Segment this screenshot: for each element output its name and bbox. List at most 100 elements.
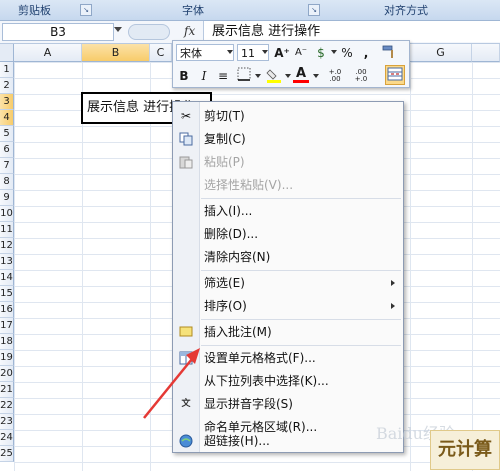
column-header-a[interactable]: A [14, 44, 82, 62]
ribbon-group-font: 字体 [182, 4, 204, 17]
row-header-7[interactable]: 7 [0, 158, 14, 174]
name-box[interactable]: B3 [2, 23, 114, 41]
align-center-button[interactable]: ≡ [215, 67, 231, 85]
merge-icon[interactable] [385, 65, 405, 85]
menu-item-label: 剪切(T) [204, 109, 245, 123]
font-name-select[interactable]: 宋体 [176, 44, 234, 61]
scissors-icon: ✂ [180, 109, 192, 123]
paste-icon [179, 155, 193, 169]
currency-button[interactable]: $ [313, 44, 329, 62]
row-header-22[interactable]: 22 [0, 398, 14, 414]
row-header-5[interactable]: 5 [0, 126, 14, 142]
grid-line [410, 62, 411, 471]
decrease-decimal-button[interactable]: .00 +.0 [349, 69, 373, 87]
borders-icon[interactable] [235, 67, 253, 85]
row-header-23[interactable]: 23 [0, 414, 14, 430]
column-header-next[interactable] [472, 44, 500, 62]
menu-item-label: 选择性粘贴(V)... [204, 178, 294, 192]
menu-item-paste[interactable]: 粘贴(P) [173, 151, 403, 173]
menu-item-hyperlink[interactable]: 超链接(H)... [173, 430, 403, 452]
row-header-6[interactable]: 6 [0, 142, 14, 158]
select-all-corner[interactable] [0, 44, 14, 62]
row-header-8[interactable]: 8 [0, 174, 14, 190]
menu-item-label: 复制(C) [204, 132, 246, 146]
font-color-dropdown-icon[interactable] [313, 74, 319, 78]
menu-separator [201, 198, 401, 199]
currency-dropdown-icon[interactable] [331, 50, 337, 54]
row-header-14[interactable]: 14 [0, 270, 14, 286]
row-header-19[interactable]: 19 [0, 350, 14, 366]
menu-item-pick-from-list[interactable]: 从下拉列表中选择(K)... [173, 370, 403, 392]
format-cells-icon [179, 351, 193, 365]
menu-item-sort[interactable]: 排序(O) [173, 295, 403, 317]
formula-bar-splitter[interactable] [128, 24, 170, 40]
ribbon-group-alignment: 对齐方式 [384, 4, 428, 17]
phonetic-icon: 文 [181, 399, 191, 409]
italic-button[interactable]: I [197, 67, 211, 85]
row-header-25[interactable]: 25 [0, 446, 14, 462]
fill-color-icon[interactable] [265, 67, 283, 85]
row-header-10[interactable]: 10 [0, 206, 14, 222]
row-header-9[interactable]: 9 [0, 190, 14, 206]
row-header-1[interactable]: 1 [0, 62, 14, 78]
menu-item-cut[interactable]: ✂ 剪切(T) [173, 105, 403, 127]
menu-item-clear-contents[interactable]: 清除内容(N) [173, 246, 403, 268]
menu-separator [201, 270, 401, 271]
column-header-c[interactable]: C [150, 44, 172, 62]
ribbon-group-clipboard: 剪贴板 [18, 4, 51, 17]
clipboard-launcher-icon[interactable]: ↘ [80, 4, 92, 16]
menu-separator [201, 319, 401, 320]
borders-dropdown-icon[interactable] [255, 74, 261, 78]
ribbon-group-bar: 剪贴板 ↘ 字体 ↘ 对齐方式 [0, 0, 500, 21]
font-color-button[interactable]: A [293, 65, 309, 83]
bold-button[interactable]: B [177, 67, 191, 85]
formula-input[interactable]: 展示信息 进行操作 [203, 21, 500, 42]
percent-button[interactable]: % [339, 44, 355, 62]
row-header-13[interactable]: 13 [0, 254, 14, 270]
font-name-dropdown-icon[interactable] [227, 50, 233, 54]
menu-item-label: 从下拉列表中选择(K)... [204, 374, 329, 388]
increase-decimal-button[interactable]: +.0 .00 [323, 69, 347, 87]
menu-item-show-phonetic[interactable]: 文 显示拼音字段(S) [173, 393, 403, 415]
menu-item-copy[interactable]: 复制(C) [173, 128, 403, 150]
row-header-18[interactable]: 18 [0, 334, 14, 350]
menu-item-delete[interactable]: 删除(D)... [173, 223, 403, 245]
column-header-b[interactable]: B [82, 44, 150, 62]
menu-item-insert[interactable]: 插入(I)... [173, 200, 403, 222]
menu-item-label: 插入(I)... [204, 204, 253, 218]
menu-item-label: 显示拼音字段(S) [204, 397, 293, 411]
comma-style-button[interactable]: , [359, 44, 373, 62]
row-header-21[interactable]: 21 [0, 382, 14, 398]
font-launcher-icon[interactable]: ↘ [308, 4, 320, 16]
row-header-17[interactable]: 17 [0, 318, 14, 334]
row-header-24[interactable]: 24 [0, 430, 14, 446]
row-header-11[interactable]: 11 [0, 222, 14, 238]
menu-item-paste-special[interactable]: 选择性粘贴(V)... [173, 174, 403, 196]
row-header-12[interactable]: 12 [0, 238, 14, 254]
name-box-dropdown-icon[interactable] [114, 27, 122, 32]
format-painter-icon[interactable] [379, 44, 399, 62]
row-header-3[interactable]: 3 [0, 94, 14, 110]
context-menu: ✂ 剪切(T) 复制(C) 粘贴(P) 选择性粘贴(V)... 插入(I)...… [172, 101, 404, 453]
menu-item-insert-comment[interactable]: 插入批注(M) [173, 321, 403, 343]
row-header-16[interactable]: 16 [0, 302, 14, 318]
font-size-dropdown-icon[interactable] [262, 50, 268, 54]
menu-item-label: 插入批注(M) [204, 325, 272, 339]
insert-function-icon[interactable]: fx [184, 24, 195, 38]
row-header-20[interactable]: 20 [0, 366, 14, 382]
fill-color-dropdown-icon[interactable] [285, 74, 291, 78]
menu-item-label: 超链接(H)... [204, 434, 270, 448]
row-header-15[interactable]: 15 [0, 286, 14, 302]
row-header-4[interactable]: 4 [0, 110, 14, 126]
grow-font-button[interactable]: A⁺ [273, 44, 291, 62]
menu-item-label: 粘贴(P) [204, 155, 245, 169]
watermark-badge: 元计算 [430, 430, 500, 470]
column-header-g[interactable]: G [410, 44, 472, 62]
shrink-font-button[interactable]: A⁻ [292, 44, 310, 62]
menu-item-format-cells[interactable]: 设置单元格格式(F)... [173, 347, 403, 369]
menu-separator [201, 345, 401, 346]
submenu-arrow-icon [391, 303, 395, 309]
copy-icon [179, 132, 193, 146]
menu-item-filter[interactable]: 筛选(E) [173, 272, 403, 294]
row-header-2[interactable]: 2 [0, 78, 14, 94]
